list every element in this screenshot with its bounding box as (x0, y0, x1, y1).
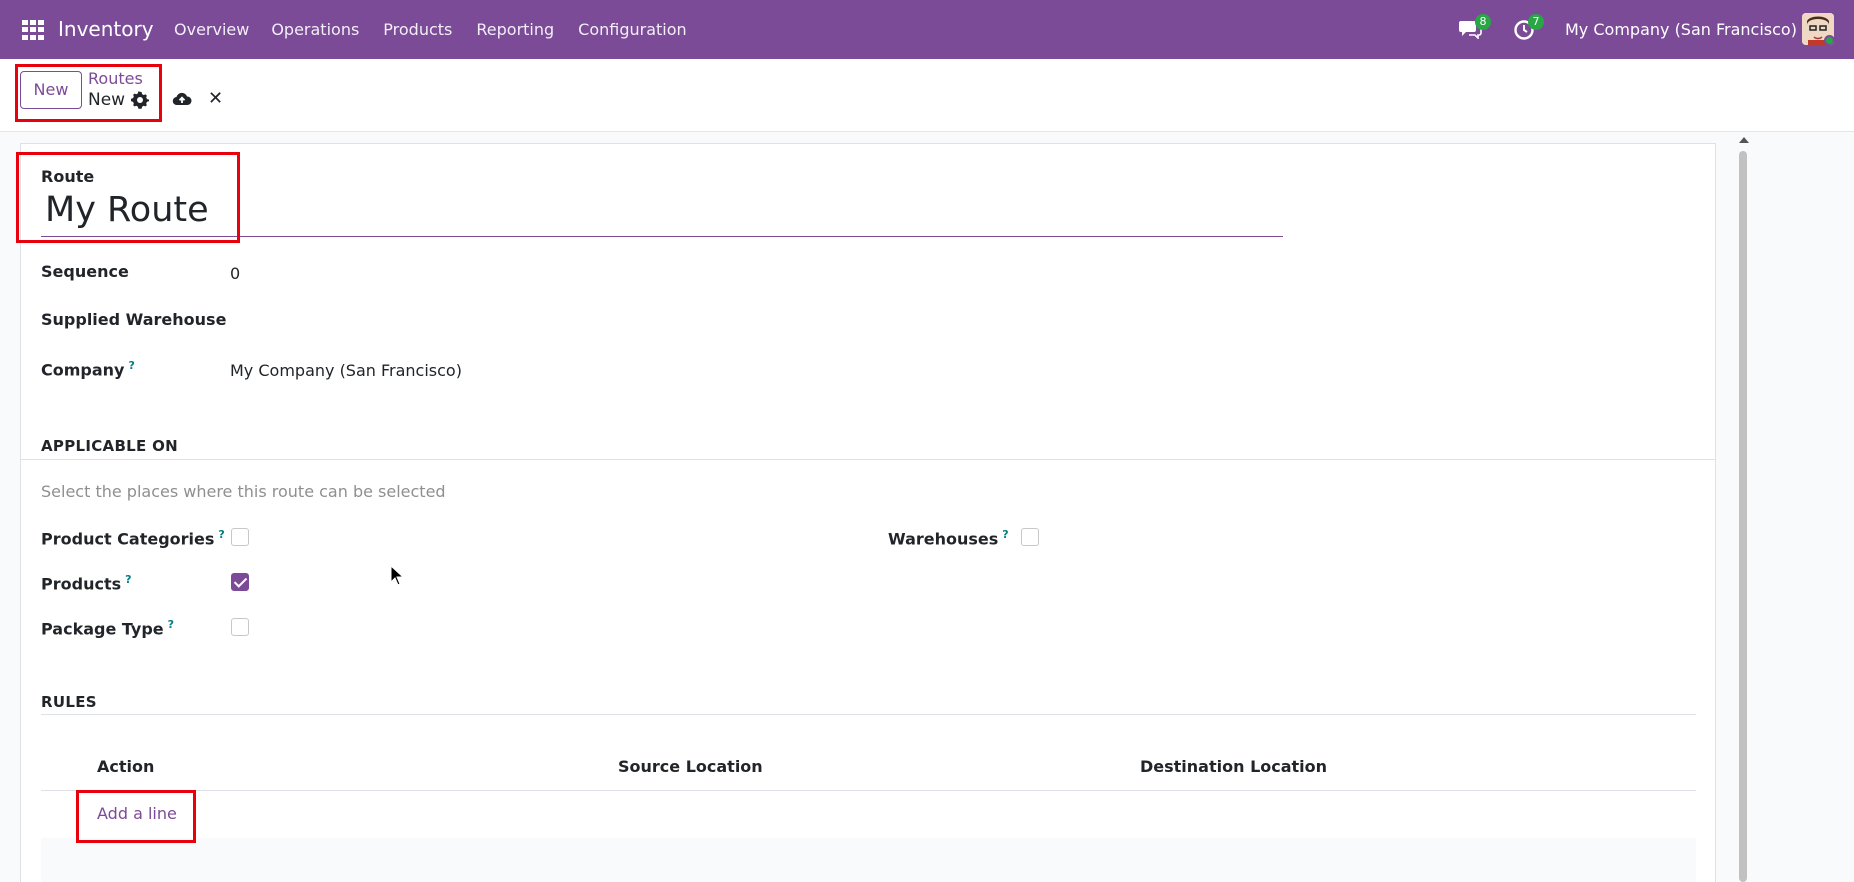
rules-table-empty-area (41, 838, 1696, 882)
company-field[interactable]: My Company (San Francisco) (230, 361, 462, 380)
route-name-underline (41, 236, 1283, 237)
warehouses-label-text: Warehouses (888, 529, 999, 549)
scroll-up-arrow-icon[interactable] (1739, 137, 1749, 143)
menu-operations[interactable]: Operations (271, 20, 359, 39)
rules-separator (41, 714, 1696, 715)
supplied-warehouse-field[interactable] (230, 310, 730, 332)
menu-products[interactable]: Products (383, 20, 452, 39)
column-header-destination-location[interactable]: Destination Location (1140, 757, 1327, 776)
top-navbar: Inventory Overview Operations Products R… (0, 0, 1854, 59)
activities-badge: 7 (1528, 14, 1544, 30)
breadcrumb-routes-link[interactable]: Routes (88, 69, 143, 88)
user-avatar[interactable] (1802, 13, 1834, 45)
warehouses-help-tooltip[interactable]: ? (1002, 528, 1008, 541)
add-a-line-link[interactable]: Add a line (97, 804, 177, 823)
applicable-on-separator (20, 459, 1716, 460)
rules-header-border (41, 790, 1696, 791)
form-sheet (20, 143, 1716, 882)
discard-close-icon[interactable]: ✕ (208, 90, 224, 108)
vertical-scrollbar-thumb[interactable] (1739, 151, 1747, 882)
new-button[interactable]: New (20, 71, 82, 109)
sequence-label: Sequence (41, 262, 129, 281)
route-name-input[interactable]: My Route (45, 190, 209, 230)
product-categories-label: Product Categories? (41, 528, 225, 548)
gear-icon[interactable] (131, 91, 149, 109)
package-type-checkbox[interactable] (231, 618, 249, 636)
rules-heading: RULES (41, 693, 97, 711)
products-label-text: Products (41, 574, 122, 594)
control-panel: New Routes New ✕ (0, 59, 1854, 132)
product-categories-label-text: Product Categories (41, 529, 215, 549)
menu-configuration[interactable]: Configuration (578, 20, 687, 39)
package-type-help-tooltip[interactable]: ? (168, 618, 174, 631)
applicable-on-heading: APPLICABLE ON (41, 437, 179, 455)
messages-badge: 8 (1475, 14, 1491, 30)
supplied-warehouse-label: Supplied Warehouse (41, 310, 227, 329)
package-type-label: Package Type? (41, 618, 174, 638)
product-categories-checkbox[interactable] (231, 528, 249, 546)
products-label: Products? (41, 573, 132, 593)
company-label: Company? (41, 359, 135, 379)
column-header-source-location[interactable]: Source Location (618, 757, 763, 776)
save-cloud-icon[interactable] (172, 90, 192, 108)
breadcrumb-current: New (88, 90, 126, 110)
online-status-dot (1824, 35, 1834, 45)
menu-overview[interactable]: Overview (174, 20, 249, 39)
main-menu: Overview Operations Products Reporting C… (174, 20, 711, 39)
warehouses-label: Warehouses? (888, 528, 1009, 548)
company-help-tooltip[interactable]: ? (128, 359, 134, 372)
products-help-tooltip[interactable]: ? (125, 573, 131, 586)
sequence-field[interactable]: 0 (230, 264, 240, 283)
apps-menu-icon[interactable] (22, 20, 44, 40)
app-name[interactable]: Inventory (58, 17, 154, 41)
menu-reporting[interactable]: Reporting (476, 20, 554, 39)
route-label: Route (41, 167, 95, 186)
mouse-cursor-icon (390, 565, 404, 586)
products-checkbox[interactable] (231, 573, 249, 591)
company-switcher[interactable]: My Company (San Francisco) (1565, 20, 1797, 39)
product-categories-help-tooltip[interactable]: ? (218, 528, 224, 541)
company-label-text: Company (41, 360, 125, 380)
applicable-on-help: Select the places where this route can b… (41, 482, 446, 501)
package-type-label-text: Package Type (41, 619, 164, 639)
column-header-action[interactable]: Action (97, 757, 154, 776)
warehouses-checkbox[interactable] (1021, 528, 1039, 546)
